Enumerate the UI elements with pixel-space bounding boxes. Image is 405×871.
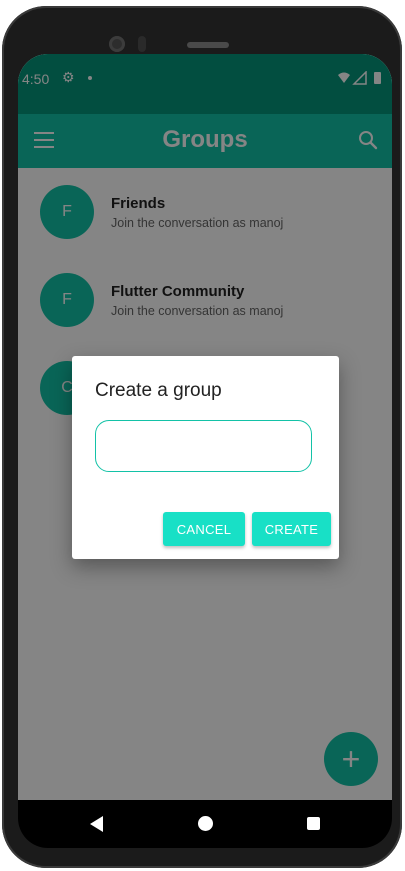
earpiece-speaker	[187, 42, 229, 48]
proximity-sensor	[138, 36, 146, 52]
create-button[interactable]: CREATE	[252, 512, 331, 546]
recents-icon[interactable]	[307, 817, 320, 830]
front-camera	[109, 36, 125, 52]
back-icon[interactable]	[90, 816, 103, 832]
system-nav-bar	[18, 800, 392, 848]
group-name-input[interactable]	[95, 420, 312, 472]
cancel-button[interactable]: CANCEL	[163, 512, 245, 546]
create-group-dialog: Create a group CANCEL CREATE	[72, 356, 339, 559]
home-icon[interactable]	[198, 816, 213, 831]
dialog-title: Create a group	[95, 380, 222, 401]
